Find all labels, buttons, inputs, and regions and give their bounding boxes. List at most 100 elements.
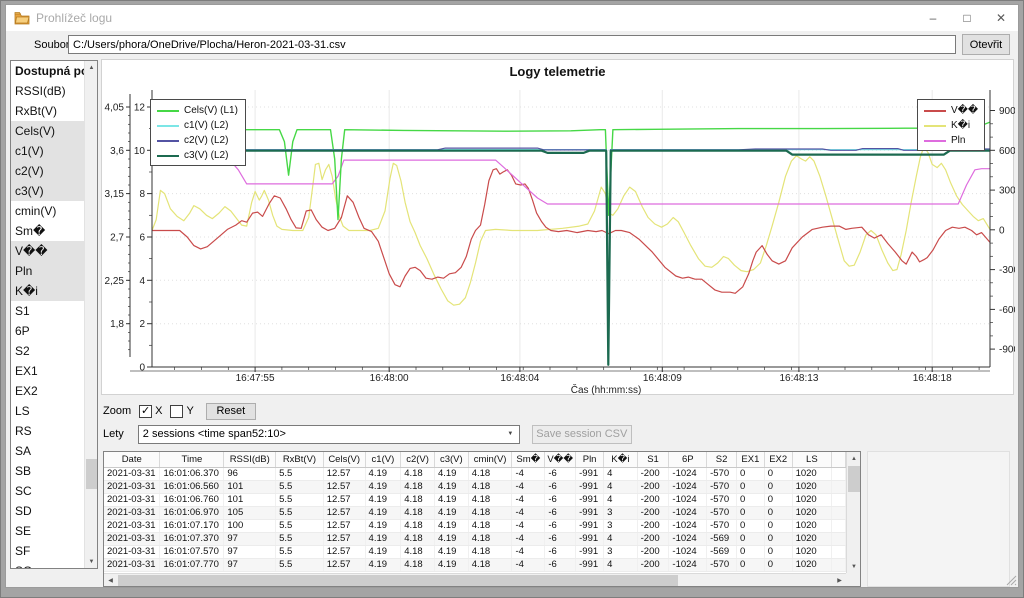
table-cell: -991 <box>576 493 604 506</box>
scrollbar-thumb[interactable] <box>848 466 860 492</box>
table-row[interactable]: 2021-03-3116:01:06.9701055.512.574.194.1… <box>104 506 846 519</box>
legend-label: K�i <box>951 120 970 131</box>
field-item[interactable]: K�i <box>11 281 84 301</box>
field-list-scrollbar[interactable]: ▲ ▼ <box>84 61 97 568</box>
column-header[interactable]: K�i <box>604 452 638 467</box>
table-cell: -4 <box>512 480 545 493</box>
column-header[interactable]: V�� <box>545 452 576 467</box>
table-row[interactable]: 2021-03-3116:01:07.770975.512.574.194.18… <box>104 558 846 571</box>
legend-swatch-line <box>157 140 179 142</box>
column-header[interactable]: Cels(V) <box>323 452 365 467</box>
zoom-x-checkbox[interactable]: ✓ <box>139 405 152 418</box>
field-item[interactable]: c2(V) <box>11 161 84 181</box>
column-header[interactable]: c1(V) <box>365 452 401 467</box>
column-header[interactable]: Sm� <box>512 452 545 467</box>
scroll-up-icon[interactable]: ▲ <box>85 61 98 74</box>
field-item[interactable]: c3(V) <box>11 181 84 201</box>
table-cell: 1020 <box>792 467 832 480</box>
table-cell: -570 <box>707 480 737 493</box>
field-item[interactable]: SD <box>11 501 84 521</box>
scroll-down-icon[interactable]: ▼ <box>847 560 861 573</box>
field-item[interactable]: EX1 <box>11 361 84 381</box>
field-item[interactable]: S1 <box>11 301 84 321</box>
zoom-x-label: X <box>155 405 162 417</box>
table-cell: -569 <box>707 532 737 545</box>
column-header[interactable]: cmin(V) <box>468 452 512 467</box>
open-button[interactable]: Otevřit <box>962 34 1010 55</box>
field-item[interactable]: S2 <box>11 341 84 361</box>
column-header[interactable]: LS <box>792 452 832 467</box>
field-item[interactable]: SF <box>11 541 84 561</box>
column-header[interactable]: c2(V) <box>401 452 435 467</box>
field-item[interactable]: SB <box>11 461 84 481</box>
table-row[interactable]: 2021-03-3116:01:07.1701005.512.574.194.1… <box>104 519 846 532</box>
column-header[interactable]: RxBt(V) <box>276 452 324 467</box>
field-item[interactable]: V�� <box>11 241 84 261</box>
file-bar: Soubor Otevřit <box>6 31 1018 59</box>
column-header[interactable]: Date <box>104 452 160 467</box>
scroll-down-icon[interactable]: ▼ <box>85 555 98 568</box>
table-cell: -200 <box>637 558 669 571</box>
field-item[interactable]: SA <box>11 441 84 461</box>
reset-button[interactable]: Reset <box>206 403 256 420</box>
column-header[interactable] <box>832 452 846 467</box>
field-item[interactable]: RS <box>11 421 84 441</box>
zoom-y-checkbox[interactable] <box>170 405 183 418</box>
field-item[interactable]: SG <box>11 561 84 568</box>
resize-grip[interactable] <box>1006 575 1017 586</box>
table-cell: 101 <box>224 480 276 493</box>
field-item[interactable]: SC <box>11 481 84 501</box>
table-cell: 4.18 <box>468 493 512 506</box>
session-controls: Lety 2 sessions <time span52:10> ▼ Save … <box>103 424 632 444</box>
field-item[interactable]: Pln <box>11 261 84 281</box>
column-header[interactable]: EX1 <box>736 452 764 467</box>
column-header[interactable]: S2 <box>707 452 737 467</box>
minimize-button[interactable]: – <box>916 5 950 31</box>
table-cell: -6 <box>545 545 576 558</box>
table-row[interactable]: 2021-03-3116:01:06.5601015.512.574.194.1… <box>104 480 846 493</box>
table-row[interactable]: 2021-03-3116:01:07.570975.512.574.194.18… <box>104 545 846 558</box>
save-session-csv-button[interactable]: Save session CSV <box>532 425 632 444</box>
field-item[interactable]: LS <box>11 401 84 421</box>
scrollbar-thumb[interactable] <box>118 575 678 586</box>
field-item[interactable]: c1(V) <box>11 141 84 161</box>
field-item[interactable]: EX2 <box>11 381 84 401</box>
table-row[interactable]: 2021-03-3116:01:07.370975.512.574.194.18… <box>104 532 846 545</box>
column-header[interactable]: 6P <box>669 452 707 467</box>
column-header[interactable]: RSSI(dB) <box>224 452 276 467</box>
table-row[interactable]: 2021-03-3116:01:06.370965.512.574.194.18… <box>104 467 846 480</box>
column-header[interactable]: EX2 <box>764 452 792 467</box>
left2-tick-label: 12 <box>134 102 146 113</box>
table-row[interactable]: 2021-03-3116:01:06.7601015.512.574.194.1… <box>104 493 846 506</box>
table-cell: 2021-03-31 <box>104 532 160 545</box>
table-vertical-scrollbar[interactable]: ▲ ▼ <box>846 452 860 573</box>
column-header[interactable]: S1 <box>637 452 669 467</box>
table-cell: 97 <box>224 532 276 545</box>
column-header[interactable]: c3(V) <box>434 452 468 467</box>
column-header[interactable]: Time <box>160 452 224 467</box>
scroll-up-icon[interactable]: ▲ <box>847 452 861 465</box>
maximize-button[interactable]: □ <box>950 5 984 31</box>
legend-item: Pln <box>924 133 978 148</box>
series-kdi <box>152 147 990 305</box>
close-button[interactable]: ✕ <box>984 5 1018 31</box>
table-horizontal-scrollbar[interactable]: ◀ ▶ <box>104 573 846 586</box>
legend-swatch-line <box>157 155 179 157</box>
scroll-left-icon[interactable]: ◀ <box>104 574 117 587</box>
scroll-right-icon[interactable]: ▶ <box>833 574 846 587</box>
field-item[interactable]: 6P <box>11 321 84 341</box>
field-item[interactable]: SE <box>11 521 84 541</box>
field-item[interactable]: Cels(V) <box>11 121 84 141</box>
table-cell: 2021-03-31 <box>104 558 160 571</box>
field-item[interactable]: RSSI(dB) <box>11 81 84 101</box>
field-item[interactable]: Sm� <box>11 221 84 241</box>
field-item[interactable]: cmin(V) <box>11 201 84 221</box>
scrollbar-thumb[interactable] <box>86 459 97 489</box>
legend-label: c1(V) (L2) <box>184 120 228 131</box>
field-item[interactable]: RxBt(V) <box>11 101 84 121</box>
column-header[interactable]: Pln <box>576 452 604 467</box>
file-path-input[interactable] <box>68 35 956 54</box>
table-cell: 1020 <box>792 532 832 545</box>
chevron-down-icon[interactable]: ▼ <box>502 426 519 443</box>
session-combobox[interactable]: 2 sessions <time span52:10> ▼ <box>138 425 520 444</box>
